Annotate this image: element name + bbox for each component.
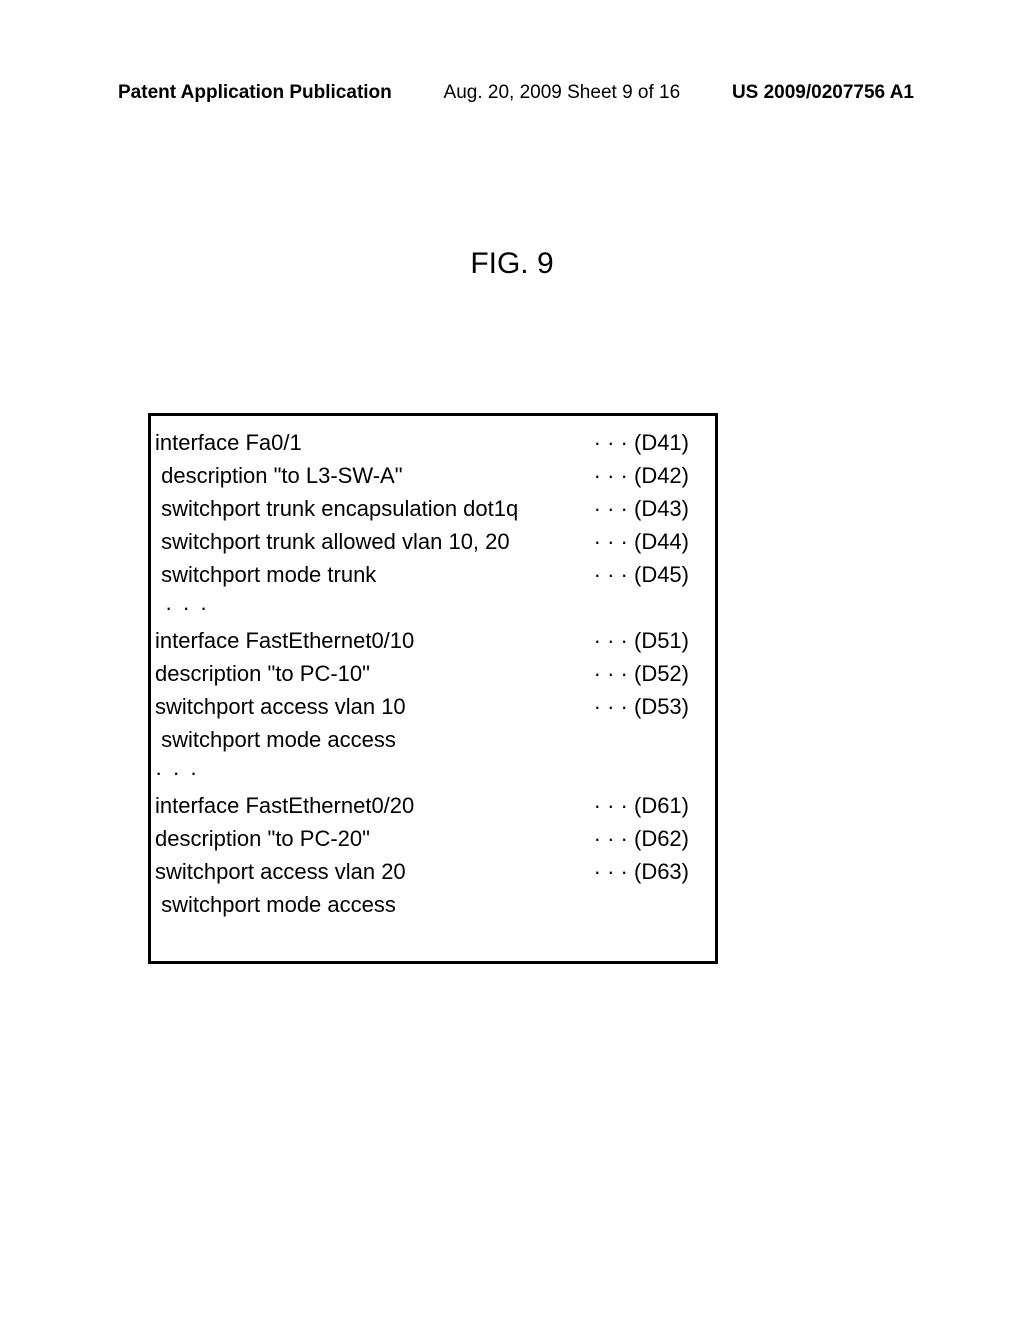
config-text: switchport trunk encapsulation dot1q xyxy=(155,492,518,525)
figure-box: interface Fa0/1 · · · (D41) description … xyxy=(148,413,718,964)
line-ref: · · · (D53) xyxy=(594,690,707,723)
line-ref: · · · (D44) xyxy=(594,525,707,558)
line-ref: · · · (D51) xyxy=(594,624,707,657)
line-ref: · · · (D61) xyxy=(594,789,707,822)
page-header: Patent Application Publication Aug. 20, … xyxy=(0,82,1024,104)
line-ref: · · · (D41) xyxy=(594,426,707,459)
config-text: switchport access vlan 20 xyxy=(155,855,406,888)
line-ref: · · · (D43) xyxy=(594,492,707,525)
config-text: description "to PC-20" xyxy=(155,822,370,855)
figure-title: FIG. 9 xyxy=(0,247,1024,281)
config-line: switchport access vlan 10 · · · (D53) xyxy=(155,690,707,723)
line-ref: · · · (D45) xyxy=(594,558,707,591)
config-text: interface Fa0/1 xyxy=(155,426,302,459)
header-right: US 2009/0207756 A1 xyxy=(732,82,914,104)
config-line: switchport mode access xyxy=(155,723,707,756)
header-left: Patent Application Publication xyxy=(118,82,392,104)
line-ref: · · · (D42) xyxy=(594,459,707,492)
config-line: interface FastEthernet0/10 · · · (D51) xyxy=(155,624,707,657)
config-text: switchport mode trunk xyxy=(155,558,376,591)
config-text: switchport mode access xyxy=(155,888,396,921)
config-line: switchport mode trunk · · · (D45) xyxy=(155,558,707,591)
config-text: switchport trunk allowed vlan 10, 20 xyxy=(155,525,510,558)
config-text: description "to L3-SW-A" xyxy=(155,459,403,492)
ellipsis: · · · xyxy=(155,756,707,789)
config-line: interface FastEthernet0/20 · · · (D61) xyxy=(155,789,707,822)
config-line: description "to L3-SW-A" · · · (D42) xyxy=(155,459,707,492)
config-text: switchport mode access xyxy=(155,723,396,756)
config-text: switchport access vlan 10 xyxy=(155,690,406,723)
line-ref: · · · (D52) xyxy=(594,657,707,690)
config-line: interface Fa0/1 · · · (D41) xyxy=(155,426,707,459)
config-line: switchport access vlan 20 · · · (D63) xyxy=(155,855,707,888)
header-mid: Aug. 20, 2009 Sheet 9 of 16 xyxy=(444,82,681,104)
config-text: interface FastEthernet0/10 xyxy=(155,624,414,657)
config-line: description "to PC-10" · · · (D52) xyxy=(155,657,707,690)
line-ref: · · · (D63) xyxy=(594,855,707,888)
config-line: switchport trunk allowed vlan 10, 20 · ·… xyxy=(155,525,707,558)
ellipsis: · · · xyxy=(155,591,707,624)
config-line: switchport mode access xyxy=(155,888,707,921)
config-line: switchport trunk encapsulation dot1q · ·… xyxy=(155,492,707,525)
line-ref: · · · (D62) xyxy=(594,822,707,855)
config-text: interface FastEthernet0/20 xyxy=(155,789,414,822)
config-line: description "to PC-20" · · · (D62) xyxy=(155,822,707,855)
config-text: description "to PC-10" xyxy=(155,657,370,690)
